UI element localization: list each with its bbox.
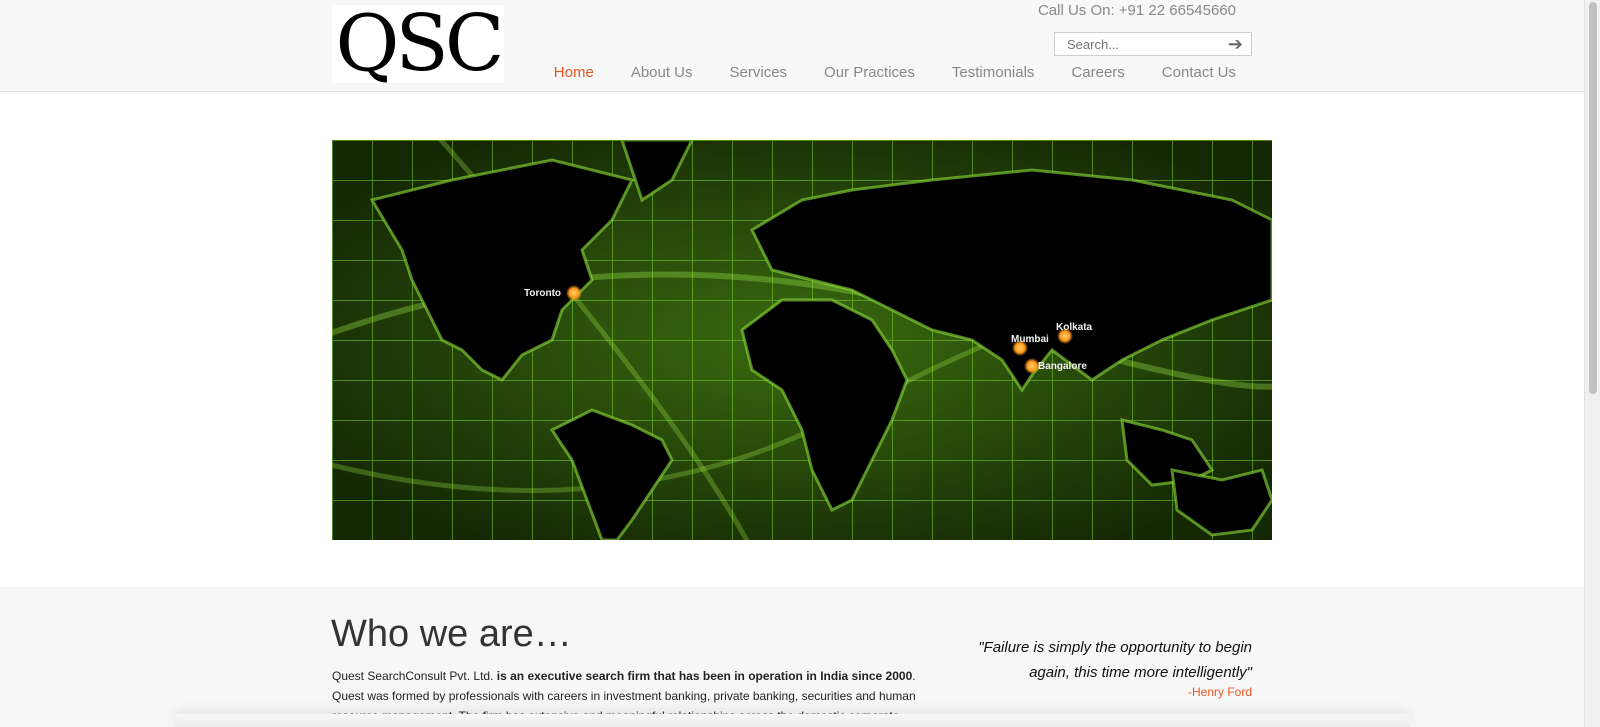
company-name: Quest SearchConsult Pvt. Ltd. [332, 669, 494, 683]
main-nav: Home About Us Services Our Practices Tes… [517, 64, 1236, 81]
toronto-marker [566, 285, 582, 301]
nav-services[interactable]: Services [730, 64, 788, 81]
nav-home[interactable]: Home [554, 64, 594, 81]
about-highlight: is an executive search firm that has bee… [496, 669, 913, 683]
city-label-toronto: Toronto [524, 288, 561, 299]
quote-text: "Failure is simply the opportunity to be… [978, 639, 1252, 681]
city-label-kolkata: Kolkata [1056, 322, 1093, 333]
world-map-image: Toronto Mumbai Kolkata Bangalore [332, 140, 1272, 540]
page-scrollbar[interactable] [1584, 0, 1600, 727]
footer-bar-shadow [175, 714, 1410, 727]
search-input[interactable] [1067, 36, 1217, 52]
arrow-right-icon[interactable]: ➔ [1228, 34, 1243, 55]
quote-author: -Henry Ford [1187, 685, 1252, 699]
site-header: QSC Call Us On: +91 22 66545660 ➔ Home A… [0, 0, 1584, 92]
phone-number: Call Us On: +91 22 66545660 [1037, 2, 1236, 19]
city-label-mumbai: Mumbai [1011, 334, 1049, 345]
about-period: . [912, 669, 916, 683]
nav-careers[interactable]: Careers [1071, 64, 1124, 81]
nav-our-practices[interactable]: Our Practices [824, 64, 915, 81]
scrollbar-thumb[interactable] [1589, 2, 1597, 394]
qsc-logo[interactable]: QSC [332, 5, 504, 83]
nav-testimonials[interactable]: Testimonials [952, 64, 1035, 81]
nav-about-us[interactable]: About Us [631, 64, 693, 81]
section-title: Who we are… [331, 613, 572, 655]
search-box: ➔ [1054, 32, 1252, 56]
world-map-banner: Toronto Mumbai Kolkata Bangalore [332, 140, 1272, 540]
nav-contact-us[interactable]: Contact Us [1162, 64, 1236, 81]
city-label-bangalore: Bangalore [1038, 361, 1087, 372]
